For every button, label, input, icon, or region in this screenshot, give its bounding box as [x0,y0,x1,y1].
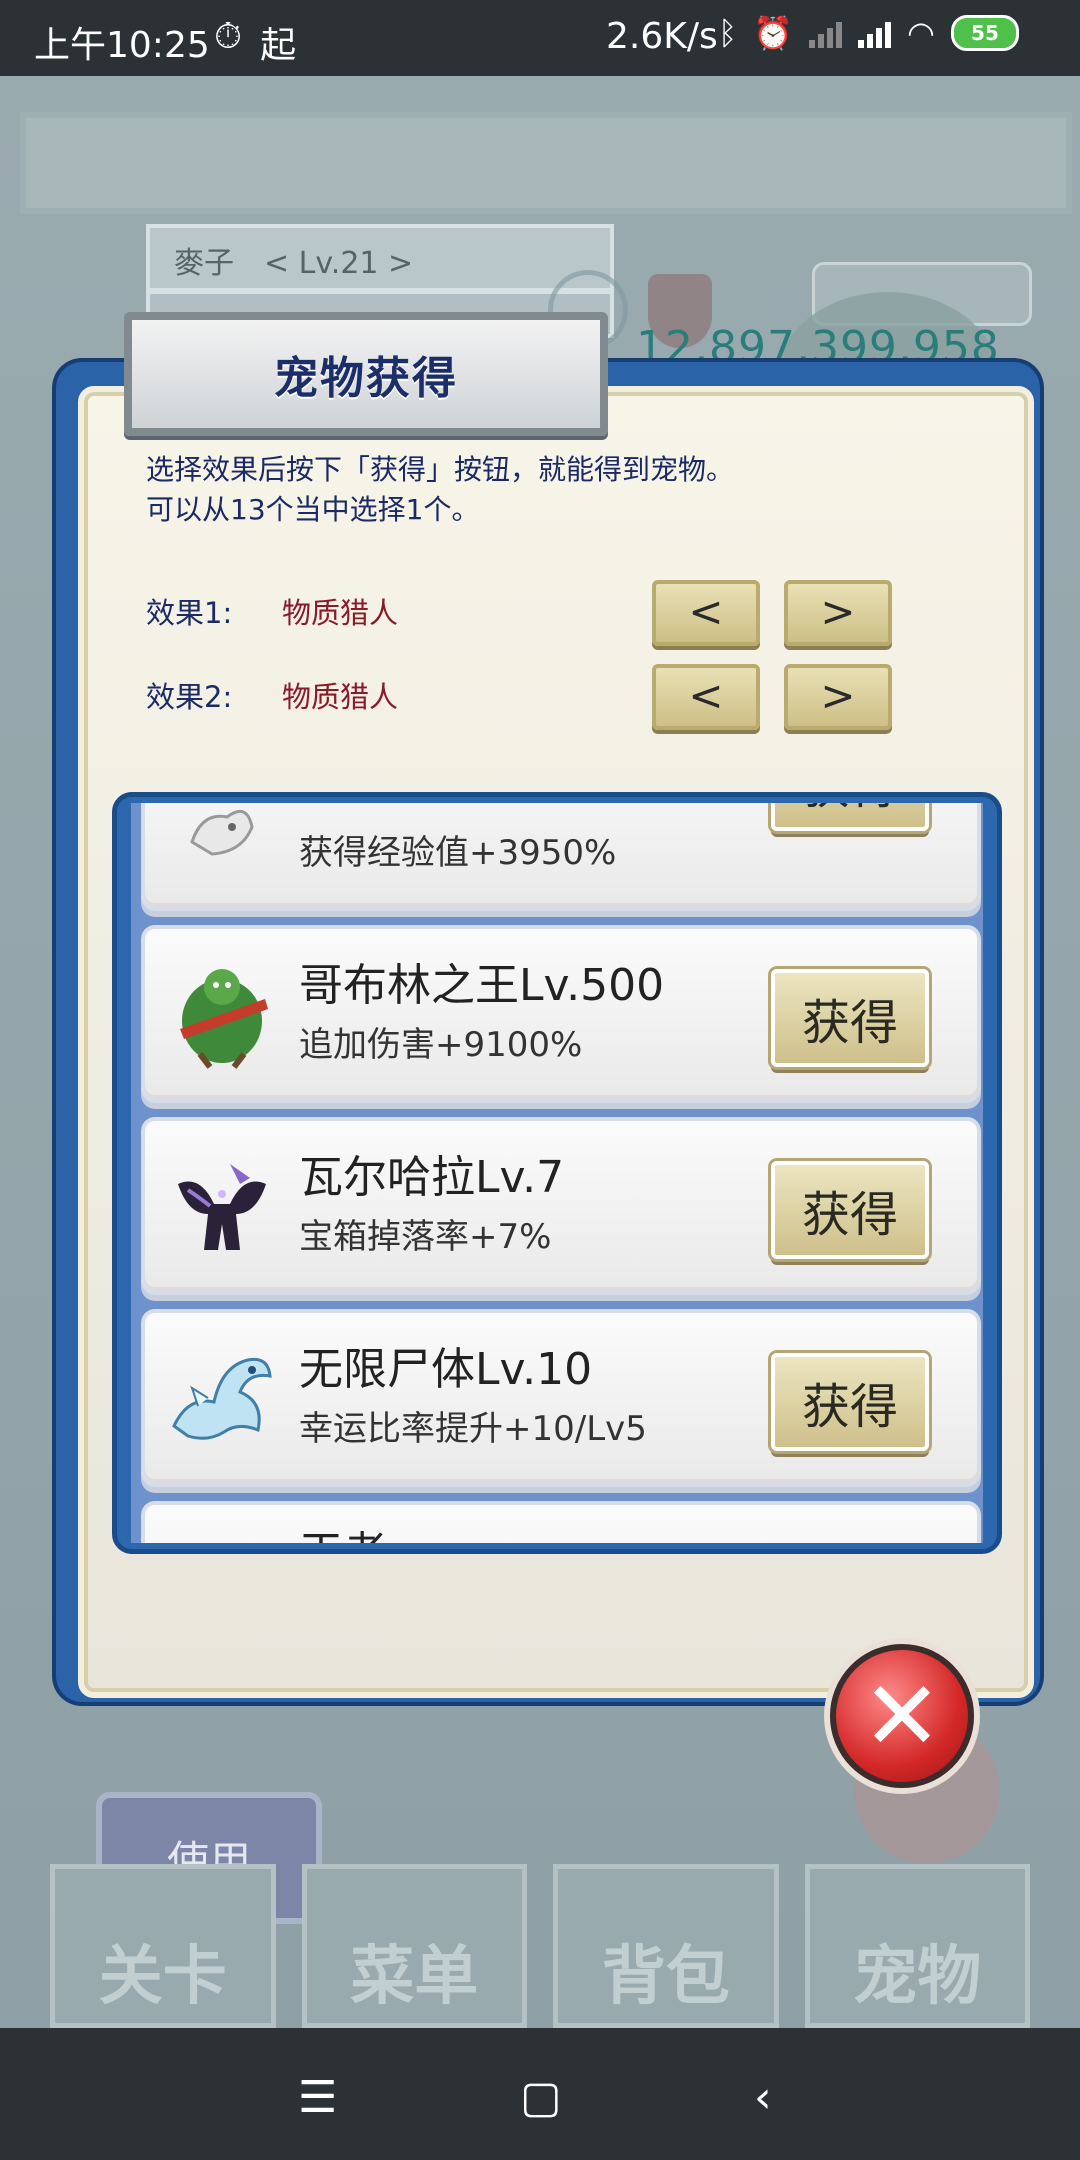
effect-1-prev-button[interactable]: < [652,580,760,646]
effect-label: 效果2: [146,680,233,714]
white-dragon-icon [167,803,277,877]
home-icon[interactable]: ▢ [520,2072,562,2123]
pet-effect: 获得经验值+3950% [299,833,617,873]
status-bar: 上午10:25 ⏱ 起 2.6K/s ᛒ ⏰ ◠ 55 [0,0,1080,76]
pet-name: 无限尸体Lv.10 [299,1344,593,1395]
effect-value: 物质猎人 [282,680,399,714]
signal-icon-2 [858,18,892,48]
close-icon: ✕ [861,1660,943,1772]
list-item: 瓦尔哈拉Lv.7 宝箱掉落率+7% 获得 [141,1117,981,1295]
pet-list[interactable]: 获得经验值+3950% 获得 哥布林之王Lv.500 追加伤害+9100% 获得 [131,803,983,1543]
pet-name: 王者 [299,1517,387,1543]
battery-icon: 55 [950,15,1019,51]
bottom-tab-bar: 关卡 菜单 背包 宠物 [50,1864,1030,2028]
tab-stage: 关卡 [50,1864,276,2028]
instruction-line-2: 可以从13个当中选择1个。 [146,493,480,526]
instruction-line-1: 选择效果后按下「获得」按钮，就能得到宠物。 [146,453,735,486]
close-button[interactable]: ✕ [830,1644,974,1788]
signal-icon-1 [809,18,843,48]
list-item: 哥布林之王Lv.500 追加伤害+9100% 获得 [141,925,981,1103]
effect-row-2: 效果2: 物质猎人 < > [146,664,906,730]
ice-dragon-icon [167,1343,277,1453]
effect-1-next-button[interactable]: > [784,580,892,646]
effect-label: 效果1: [146,596,233,630]
pet-name: 哥布林之王Lv.500 [299,960,665,1011]
dialog-title-plate: 宠物获得 [124,312,608,436]
player-name: 麥子 < Lv.21 > [174,246,414,281]
get-button[interactable]: 获得 [771,969,929,1067]
get-button[interactable]: 获得 [771,1353,929,1451]
top-frame [20,112,1072,214]
get-button[interactable]: 获得 [771,1161,929,1259]
menu-icon[interactable]: ☰ [298,2072,337,2123]
pet-effect: 追加伤害+9100% [299,1025,583,1065]
alarm-clock-icon: ⏱ [214,16,243,57]
status-app-icon: 起 [260,25,297,66]
pet-name: 瓦尔哈拉Lv.7 [299,1152,565,1203]
list-item: 无限尸体Lv.10 幸运比率提升+10/Lv5 获得 [141,1309,981,1487]
net-speed: 2.6K/s [606,16,718,57]
list-item: 王者 [141,1501,981,1543]
dialog-title: 宠物获得 [274,353,458,404]
valhalla-dark-creature-icon [167,1151,277,1261]
player-info: 麥子 < Lv.21 > [146,224,614,292]
pet-list-frame[interactable]: 获得经验值+3950% 获得 哥布林之王Lv.500 追加伤害+9100% 获得 [112,792,1002,1554]
effect-row-1: 效果1: 物质猎人 < > [146,580,906,646]
pet-effect: 幸运比率提升+10/Lv5 [299,1409,647,1449]
status-time: 上午10:25 [34,25,210,66]
get-button[interactable]: 获得 [771,803,929,831]
alarm-icon: ⏰ [753,14,794,52]
tab-menu: 菜单 [301,1864,527,2028]
pet-effect: 宝箱掉落率+7% [299,1217,552,1257]
bluetooth-icon: ᛒ [718,14,738,52]
instructions: 选择效果后按下「获得」按钮，就能得到宠物。 可以从13个当中选择1个。 [146,450,966,530]
list-item: 获得经验值+3950% 获得 [141,803,981,911]
back-icon[interactable]: ‹ [754,2072,772,2123]
tab-bag: 背包 [553,1864,779,2028]
wifi-icon: ◠ [907,14,935,52]
effect-2-next-button[interactable]: > [784,664,892,730]
system-nav-bar: ☰ ▢ ‹ [0,2028,1080,2160]
tab-pet: 宠物 [804,1864,1030,2028]
goblin-king-icon [167,959,277,1069]
effect-value: 物质猎人 [282,596,399,630]
effect-2-prev-button[interactable]: < [652,664,760,730]
